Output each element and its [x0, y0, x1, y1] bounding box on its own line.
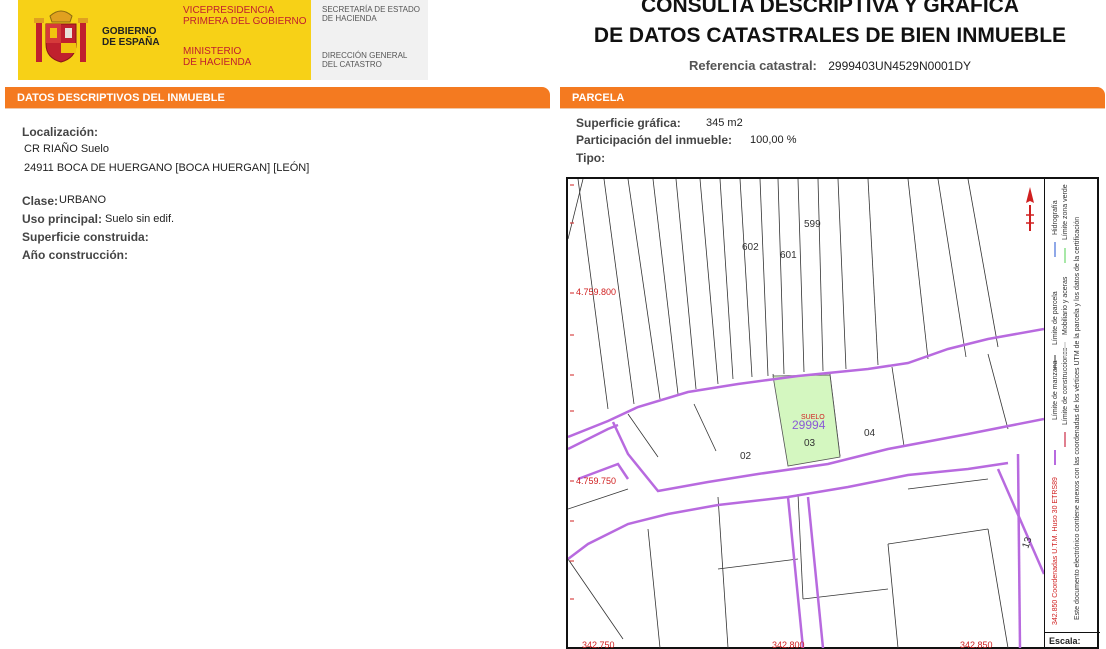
cadastral-map: 599 602 601 02 03 04 13 SUELO 29994 4.75…	[568, 179, 1044, 648]
tipo-label: Tipo:	[576, 151, 606, 165]
coat-of-arms-icon	[34, 10, 88, 63]
document-title-line2: DE DATOS CATASTRALES DE BIEN INMUEBLE	[593, 24, 1067, 47]
coord-y-lower: 4.759.750	[576, 476, 616, 486]
parcel-label-601: 601	[780, 250, 797, 261]
clase-label: Clase:	[22, 194, 59, 208]
coord-x-right: 342.850	[960, 640, 993, 648]
ref-label: Referencia catastral:	[688, 58, 817, 73]
superficie-grafica-value: 345 m2	[706, 117, 743, 129]
legend-notice: Este documento electrónico contiene anex…	[1074, 217, 1081, 620]
legend-limite-parcela: Límite de parcela	[1052, 291, 1059, 345]
parcel-label-03: 03	[804, 438, 816, 449]
section-header-datos-descriptivos: DATOS DESCRIPTIVOS DEL INMUEBLE	[5, 87, 550, 108]
legend-hidrografia: Hidrografía	[1052, 200, 1059, 235]
ministerio-label: MINISTERIO DE HACIENDA	[183, 46, 252, 68]
utm-note: 342.850 Coordenadas U.T.M. Huso 30 ETRS8…	[1052, 477, 1059, 625]
uso-principal-value: Suelo sin edif.	[105, 213, 175, 225]
parcel-id-label: 29994	[792, 418, 826, 432]
legend-limite-construcciones: Límite de construcciones	[1062, 347, 1069, 425]
coord-y-upper: 4.759.800	[576, 287, 616, 297]
localizacion-line2: 24911 BOCA DE HUERGANO [BOCA HUERGAN] [L…	[24, 162, 310, 174]
north-arrow-icon	[1026, 187, 1034, 231]
legend-limite-zona-verde: Límite zona verde	[1062, 184, 1069, 240]
coord-x-mid: 342.800	[772, 640, 805, 648]
coord-x-left: 342.750	[582, 640, 615, 648]
referencia-catastral: Referencia catastral: 2999403UN4529N0001…	[560, 58, 1100, 73]
uso-principal-label: Uso principal:	[22, 212, 103, 226]
gobierno-de-espana-label: GOBIERNO DE ESPAÑA	[102, 26, 160, 48]
legend-mobiliario-aceras: Mobiliario y aceras	[1062, 276, 1069, 335]
localizacion-label: Localización:	[22, 125, 99, 139]
ref-value: 2999403UN4529N0001DY	[828, 59, 972, 73]
superficie-grafica-label: Superficie gráfica:	[576, 116, 681, 130]
direccion-general-label: DIRECCIÓN GENERAL DEL CATASTRO	[322, 51, 408, 69]
section-header-parcela: PARCELA	[560, 87, 1105, 108]
escala-label: Escala:	[1049, 636, 1081, 646]
parcel-label-02: 02	[740, 451, 752, 462]
participacion-label: Participación del inmueble:	[576, 133, 733, 147]
clase-value: URBANO	[59, 194, 107, 206]
section-divider	[5, 108, 550, 109]
participacion-value: 100,00 %	[750, 134, 797, 146]
localizacion-line1: CR RIAÑO Suelo	[24, 143, 109, 155]
parcel-label-599: 599	[804, 219, 821, 230]
parcel-label-602: 602	[742, 242, 759, 253]
secretaria-label: SECRETARÍA DE ESTADO DE HACIENDA	[322, 5, 420, 23]
vicepresidencia-label: VICEPRESIDENCIA PRIMERA DEL GOBIERNO	[183, 5, 307, 27]
anio-construccion-label: Año construcción:	[22, 248, 129, 262]
document-title-line1: CONSULTA DESCRIPTIVA Y GRÁFICA	[640, 0, 1020, 17]
parcel-label-04: 04	[864, 428, 876, 439]
map-legend: 342.850 Coordenadas U.T.M. Huso 30 ETRS8…	[1052, 184, 1081, 625]
superficie-construida-label: Superficie construida:	[22, 230, 149, 244]
section-divider	[560, 108, 1105, 109]
